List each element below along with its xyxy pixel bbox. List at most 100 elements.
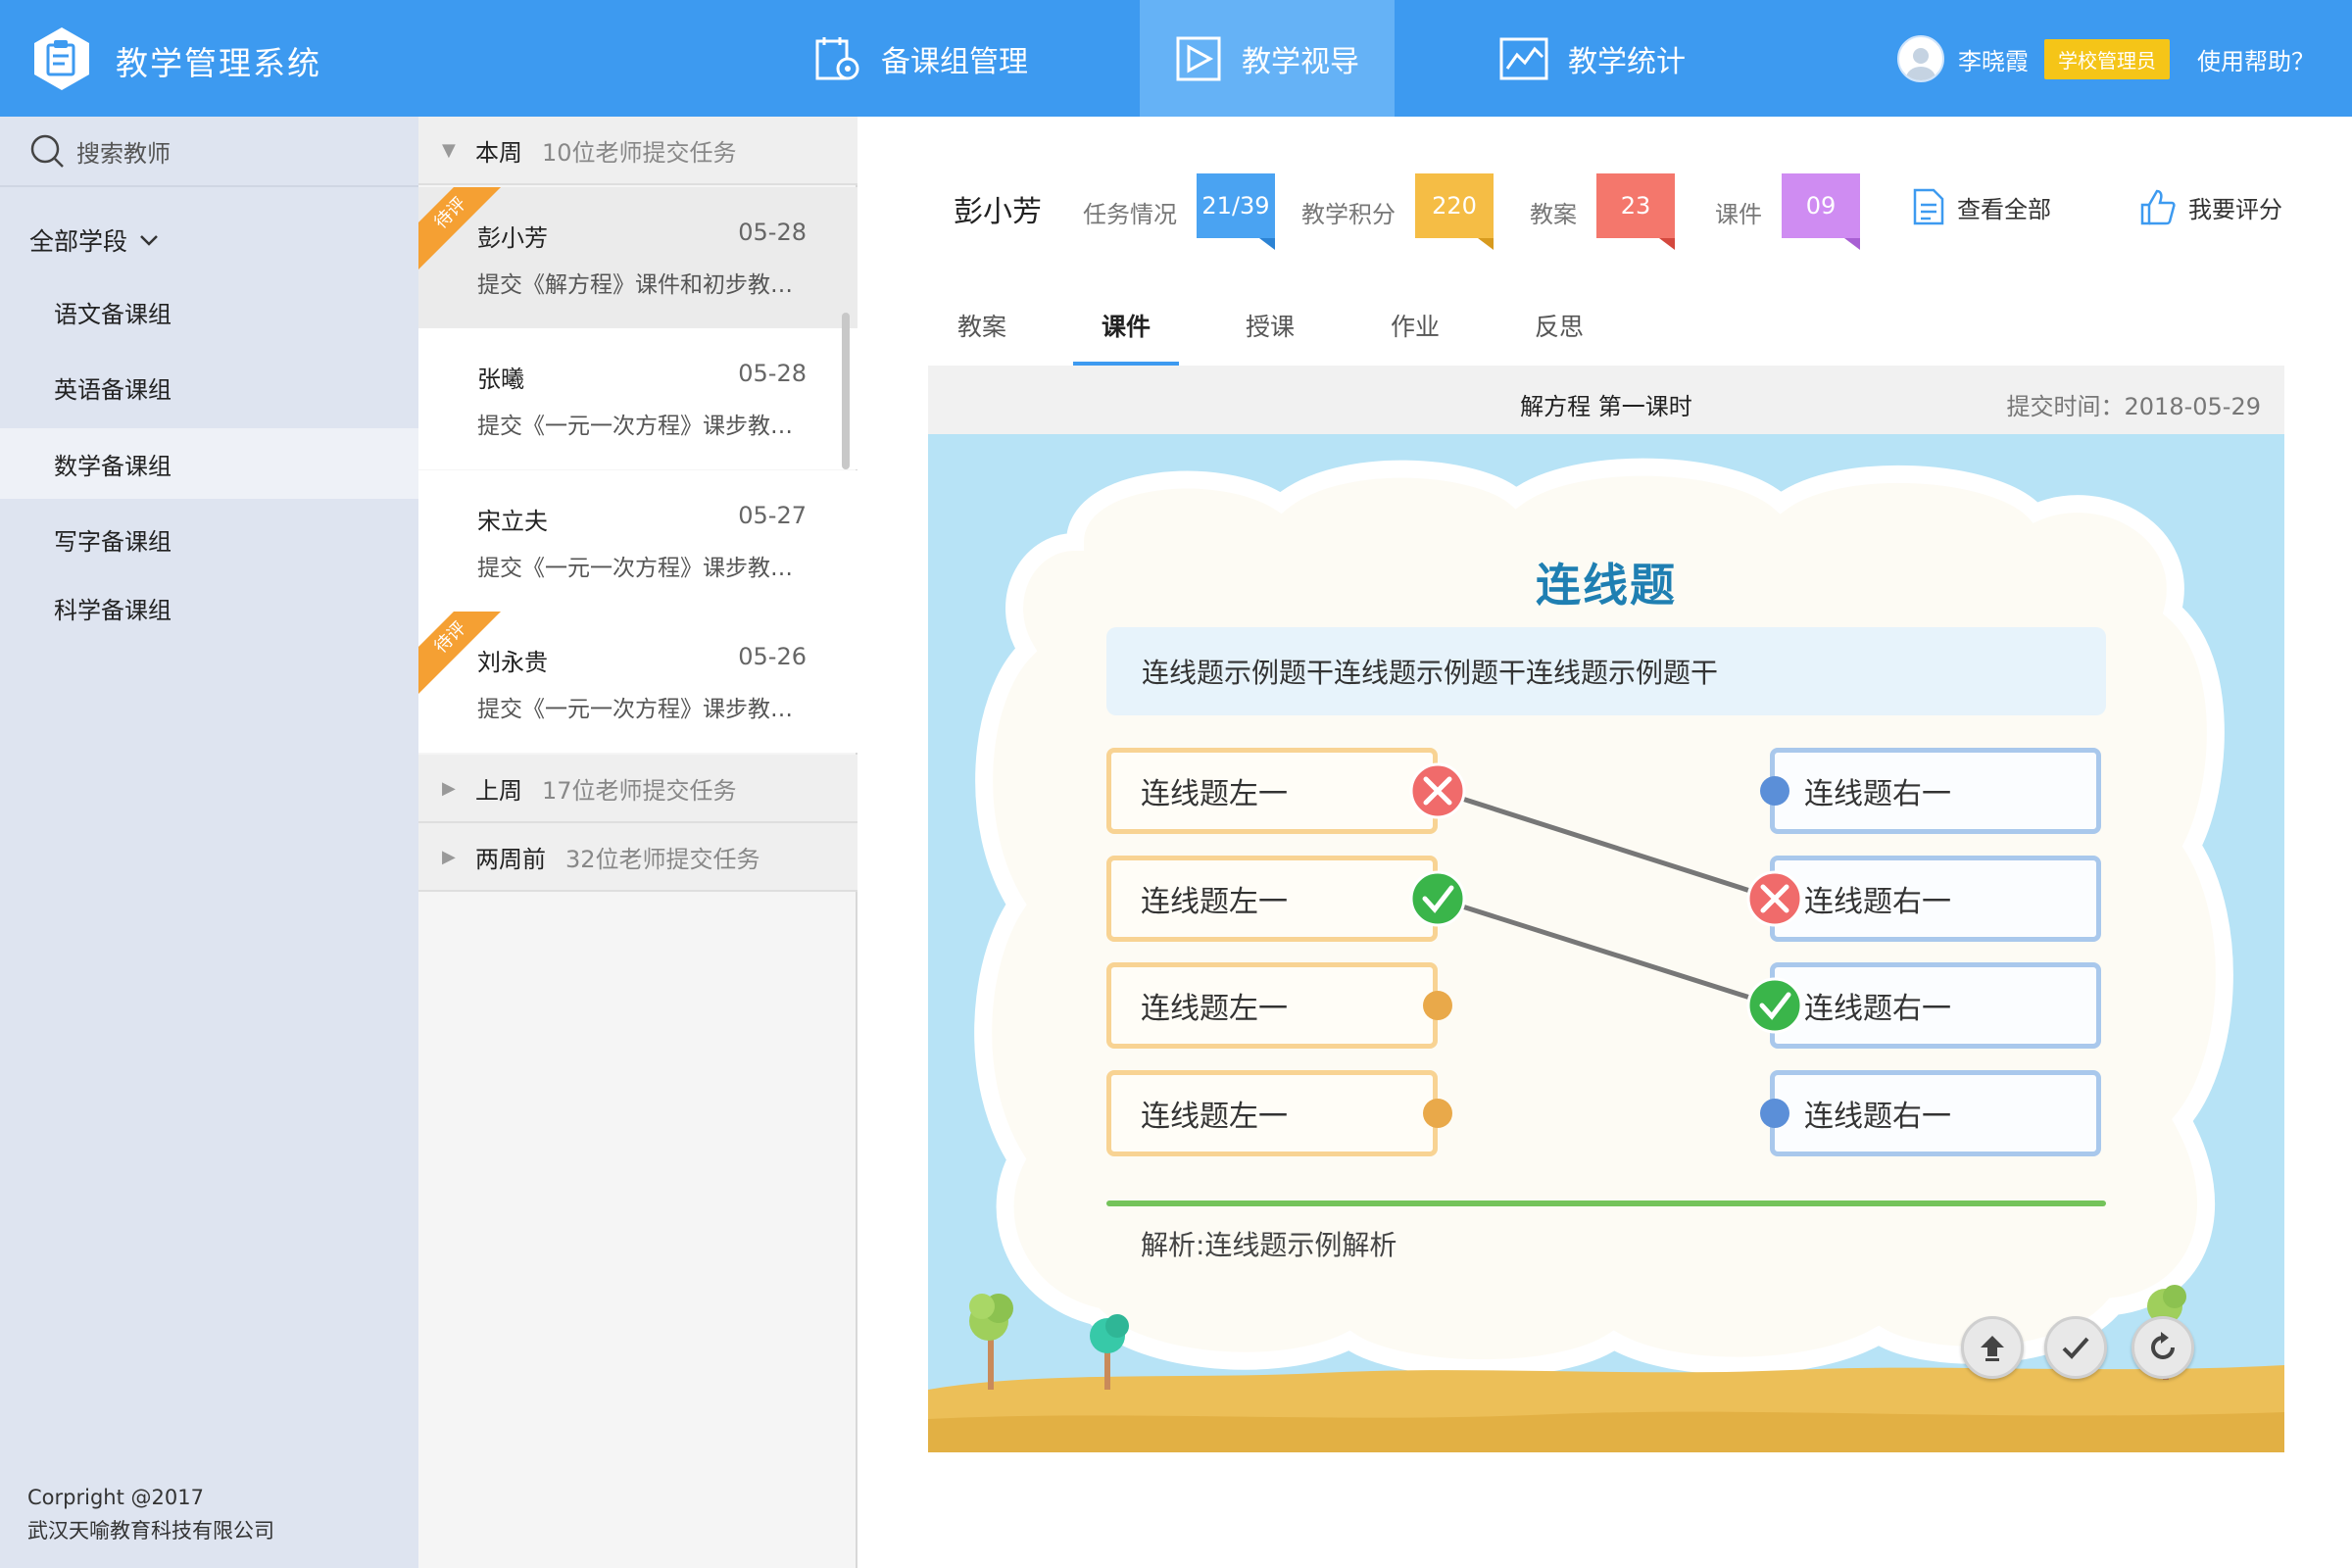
user-name: 李晓霞 — [1958, 47, 2029, 75]
avatar[interactable] — [1897, 35, 1944, 82]
section-count: 17位老师提交任务 — [542, 776, 737, 805]
reset-button[interactable] — [2132, 1316, 2194, 1379]
left-connector-dot[interactable] — [1423, 1099, 1452, 1128]
play-icon — [1176, 36, 1221, 80]
correct-mark-icon — [1746, 977, 1803, 1034]
nav-teaching-statistics[interactable]: 教学统计 — [1475, 0, 1710, 117]
nav-label: 教学视导 — [1242, 44, 1359, 79]
stat-teaching-points[interactable]: 教学积分 220 — [1301, 173, 1494, 250]
check-button[interactable] — [2044, 1316, 2107, 1379]
checkmark-icon — [2062, 1337, 2089, 1359]
task-teacher-name: 彭小芳 — [477, 224, 548, 252]
tab-reflection[interactable]: 反思 — [1505, 308, 1613, 343]
stat-value: 220 — [1415, 173, 1494, 250]
search-label: 搜索教师 — [76, 139, 171, 168]
stage-filter-label: 全部学段 — [29, 227, 128, 256]
task-item[interactable]: 宋立夫 05-27 提交《一元一次方程》课步教学设计 — [418, 470, 858, 612]
left-connector-dot[interactable] — [1423, 991, 1452, 1020]
view-all-button[interactable]: 查看全部 — [1912, 187, 2051, 226]
user-icon — [1906, 48, 1936, 80]
stat-task-status[interactable]: 任务情况 21/39 — [1083, 173, 1275, 250]
right-connector-dot[interactable] — [1760, 776, 1789, 806]
caret-down-icon: ▼ — [442, 139, 456, 161]
user-area: 李晓霞 学校管理员 使用帮助？ — [1897, 35, 2315, 82]
sidebar-item-chinese-group[interactable]: 语文备课组 — [0, 276, 418, 347]
copyright: Corpright @2017 武汉天喻教育科技有限公司 — [27, 1481, 274, 1547]
app-logo-icon — [30, 25, 93, 92]
main-content: 彭小芳 任务情况 21/39 教学积分 220 教案 23 课件 09 查看全部… — [858, 117, 2352, 1568]
stat-label: 教案 — [1530, 201, 1577, 228]
stat-value: 21/39 — [1197, 173, 1275, 250]
company-name: 武汉天喻教育科技有限公司 — [27, 1519, 274, 1543]
teacher-name: 彭小芳 — [954, 195, 1042, 229]
upload-icon — [1981, 1336, 2004, 1361]
section-label: 上周 — [475, 776, 522, 805]
stat-label: 任务情况 — [1083, 201, 1177, 228]
sidebar: 搜索教师 全部学段 语文备课组 英语备课组 数学备课组 写字备课组 科学备课组 … — [0, 117, 418, 1568]
task-item[interactable]: 待评 彭小芳 05-28 提交《解方程》课件和初步教学设计 — [418, 187, 858, 328]
sidebar-item-label: 语文备课组 — [54, 300, 172, 328]
stat-lesson-plans[interactable]: 教案 23 — [1530, 173, 1675, 250]
stage-filter-dropdown[interactable]: 全部学段 — [29, 222, 161, 258]
task-date: 05-28 — [738, 219, 807, 246]
sidebar-item-math-group[interactable]: 数学备课组 — [0, 428, 418, 499]
right-connector-dot[interactable] — [1760, 1099, 1789, 1128]
stat-label: 教学积分 — [1301, 201, 1396, 228]
section-count: 10位老师提交任务 — [542, 138, 737, 167]
help-link[interactable]: 使用帮助？ — [2197, 42, 2315, 76]
section-two-weeks-ago[interactable]: ▶ 两周前 32位老师提交任务 — [418, 823, 858, 892]
courseware-stage: 连线题 连线题示例题干连线题示例题干连线题示例题干 连线题左一 连线题左一 连线… — [928, 434, 2284, 1452]
top-bar: 教学管理系统 备课组管理 教学视导 教学统计 李晓霞 学校管理员 使用帮助？ — [0, 0, 2352, 117]
stat-courseware[interactable]: 课件 09 — [1715, 173, 1860, 250]
match-lines — [1409, 762, 1803, 1128]
line-chart-icon — [1499, 37, 1548, 79]
sidebar-item-calligraphy-group[interactable]: 写字备课组 — [0, 504, 418, 574]
task-teacher-name: 张曦 — [477, 366, 524, 393]
refresh-icon — [2151, 1332, 2175, 1359]
task-date: 05-27 — [738, 502, 807, 529]
analysis-text: 解析:连线题示例解析 — [1141, 1229, 1397, 1261]
upload-button[interactable] — [1961, 1316, 2024, 1379]
task-item[interactable]: 待评 刘永贵 05-26 提交《一元一次方程》课步教学设计 — [418, 612, 858, 753]
task-teacher-name: 宋立夫 — [477, 508, 548, 535]
task-date: 05-26 — [738, 643, 807, 670]
rate-button[interactable]: 我要评分 — [2139, 187, 2282, 226]
tab-courseware[interactable]: 课件 — [1072, 308, 1180, 343]
view-all-label: 查看全部 — [1957, 195, 2051, 223]
app-title: 教学管理系统 — [116, 44, 321, 82]
analysis-divider — [1106, 1200, 2106, 1206]
match-line — [1437, 896, 1776, 1008]
section-this-week[interactable]: ▼ 本周 10位老师提交任务 — [418, 117, 858, 185]
task-description: 提交《一元一次方程》课步教学设计 — [477, 414, 810, 439]
calendar-icon — [815, 36, 859, 79]
task-item[interactable]: 张曦 05-28 提交《一元一次方程》课步教学设计 — [418, 328, 858, 469]
section-count: 32位老师提交任务 — [565, 845, 760, 873]
task-list-panel: ▼ 本周 10位老师提交任务 待评 彭小芳 05-28 提交《解方程》课件和初步… — [418, 117, 858, 1568]
correct-mark-icon — [1409, 870, 1466, 927]
task-date: 05-28 — [738, 360, 807, 387]
nav-label: 备课组管理 — [881, 44, 1028, 79]
rate-label: 我要评分 — [2188, 195, 2282, 223]
tab-lesson-plan[interactable]: 教案 — [928, 308, 1036, 343]
wrong-mark-icon — [1746, 870, 1803, 927]
role-badge: 学校管理员 — [2044, 38, 2170, 79]
scrollbar[interactable] — [842, 313, 850, 469]
sidebar-item-english-group[interactable]: 英语备课组 — [0, 352, 418, 422]
submit-time: 提交时间：2018-05-29 — [2006, 393, 2261, 420]
nav-lesson-group-management[interactable]: 备课组管理 — [804, 0, 1039, 117]
tab-teaching[interactable]: 授课 — [1216, 308, 1324, 343]
nav-teaching-supervision[interactable]: 教学视导 — [1140, 0, 1395, 117]
chevron-down-icon — [140, 235, 158, 246]
section-last-week[interactable]: ▶ 上周 17位老师提交任务 — [418, 755, 858, 823]
caret-right-icon: ▶ — [442, 846, 456, 867]
tab-homework[interactable]: 作业 — [1361, 308, 1469, 343]
nav-label: 教学统计 — [1568, 44, 1686, 79]
sidebar-item-science-group[interactable]: 科学备课组 — [0, 572, 418, 643]
task-teacher-name: 刘永贵 — [477, 649, 548, 676]
wrong-mark-icon — [1409, 762, 1466, 819]
search-teacher[interactable]: 搜索教师 — [0, 117, 418, 187]
task-description: 提交《一元一次方程》课步教学设计 — [477, 556, 810, 581]
sidebar-item-label: 科学备课组 — [54, 596, 172, 624]
section-label: 两周前 — [475, 845, 546, 873]
stat-value: 09 — [1782, 173, 1860, 250]
